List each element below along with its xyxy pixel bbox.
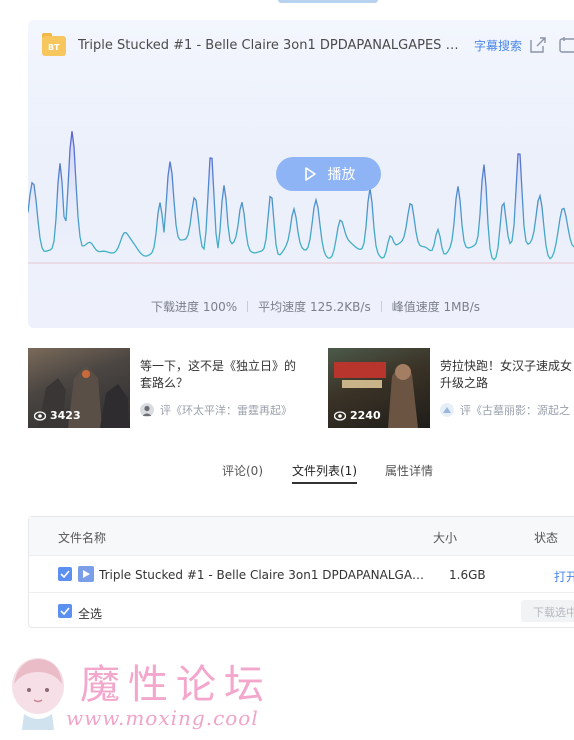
avatar [140, 403, 154, 417]
download-progress: 下载进度 100% [151, 300, 238, 314]
check-icon [60, 607, 70, 615]
movie-thumbnail[interactable]: 2240 [328, 348, 430, 428]
play-button[interactable]: 播放 [276, 157, 381, 191]
forum-watermark: 魔性论坛 www.moxing.cool [8, 652, 298, 734]
recommendation-card[interactable]: 2240 劳拉快跑！女汉子速成女 升级之路 评《古墓丽影：源起之 [328, 348, 574, 428]
tab-properties[interactable]: 属性详情 [385, 462, 433, 479]
file-name: Triple Stucked #1 - Belle Claire 3on1 DP… [99, 568, 429, 582]
download-selected-button[interactable]: 下载选中 [521, 600, 574, 622]
subtitle-search-link[interactable]: 字幕搜索 [474, 37, 522, 54]
table-row[interactable]: Triple Stucked #1 - Belle Claire 3on1 DP… [29, 555, 574, 592]
bt-file-icon: BT [42, 33, 66, 57]
play-icon [304, 167, 316, 181]
recommendation-card[interactable]: 3423 等一下，这不是《独立日》的套路么？ 评《环太平洋：雷霆再起》 [28, 348, 300, 428]
cartoon-girl-logo [12, 658, 64, 730]
movie-thumbnail[interactable]: 3423 [28, 348, 130, 428]
select-all-row: 全选 下载选中 [29, 592, 574, 629]
window-icon[interactable] [558, 35, 574, 55]
row-checkbox[interactable] [58, 567, 72, 581]
file-title: Triple Stucked #1 - Belle Claire 3on1 DP… [78, 37, 468, 53]
table-header: 文件名称 大小 状态 [29, 517, 574, 555]
review-source[interactable]: 评《古墓丽影：源起之 [440, 402, 574, 418]
review-source[interactable]: 评《环太平洋：雷霆再起》 [140, 402, 300, 418]
player-panel: BT Triple Stucked #1 - Belle Claire 3on1… [28, 20, 574, 328]
select-all-label[interactable]: 全选 [78, 605, 102, 622]
recommendation-headline[interactable]: 劳拉快跑！女汉子速成女 升级之路 [440, 358, 574, 392]
column-status: 状态 [534, 531, 559, 545]
recommendation-headline[interactable]: 等一下，这不是《独立日》的套路么？ [140, 358, 300, 392]
watermark-title: 魔性论坛 [80, 662, 272, 708]
file-table: 文件名称 大小 状态 Triple Stucked #1 - Belle Cla… [28, 516, 574, 628]
video-file-icon [78, 566, 94, 582]
tab-file-list[interactable]: 文件列表(1) [292, 462, 357, 484]
eye-icon [334, 410, 346, 421]
eye-icon [34, 410, 46, 421]
play-triangle-icon [83, 570, 90, 578]
file-size: 1.6GB [449, 568, 486, 582]
column-name: 文件名称 [58, 531, 107, 545]
top-strip [278, 0, 378, 3]
avatar [440, 403, 454, 417]
view-count: 3423 [34, 409, 81, 422]
bt-badge: BT [48, 43, 60, 52]
open-link[interactable]: 打开 [554, 568, 574, 585]
view-count-value: 2240 [350, 409, 381, 422]
view-count-value: 3423 [50, 409, 81, 422]
watermark-url: www.moxing.cool [66, 706, 259, 730]
play-label: 播放 [327, 167, 356, 183]
download-stats: 下载进度 100% 平均速度 125.2KB/s 峰值速度 1MB/s [28, 298, 574, 315]
share-icon[interactable] [528, 35, 548, 55]
column-size: 大小 [433, 531, 458, 545]
tab-comments[interactable]: 评论(0) [222, 462, 263, 479]
view-count: 2240 [334, 409, 381, 422]
headline-line-1: 劳拉快跑！女汉子速成女 [440, 359, 573, 373]
check-icon [60, 570, 70, 578]
title-row: BT Triple Stucked #1 - Belle Claire 3on1… [42, 32, 574, 58]
average-speed: 平均速度 125.2KB/s [258, 300, 371, 314]
peak-speed: 峰值速度 1MB/s [391, 300, 481, 314]
review-text: 评《古墓丽影：源起之 [460, 404, 570, 417]
review-text: 评《环太平洋：雷霆再起》 [160, 404, 292, 417]
headline-line-2: 升级之路 [440, 376, 489, 390]
select-all-checkbox[interactable] [58, 604, 72, 618]
